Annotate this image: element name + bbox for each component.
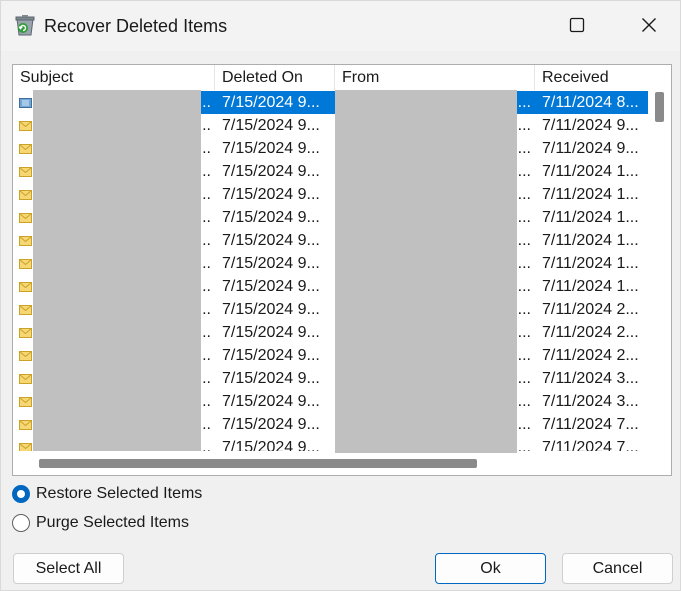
received-cell: 7/11/2024 2... [542,347,639,364]
received-cell: 7/11/2024 1... [542,278,639,295]
deleted-items-list[interactable]: Subject Deleted On From Received ... 7/15… [12,64,672,476]
window-title: Recover Deleted Items [44,16,228,36]
envelope-icon [13,160,35,183]
envelope-icon [13,321,35,344]
meeting-icon [13,91,35,114]
restore-option[interactable]: Restore Selected Items [12,483,202,505]
horizontal-scroll-thumb[interactable] [39,459,477,468]
envelope-icon [13,390,35,413]
envelope-icon [13,229,35,252]
deleted-on-cell: 7/15/2024 9... [222,439,320,451]
deleted-on-cell: 7/15/2024 9... [222,117,320,134]
redacted-from-area [335,90,517,458]
envelope-icon [13,344,35,367]
deleted-on-cell: 7/15/2024 9... [222,278,320,295]
received-cell: 7/11/2024 1... [542,232,639,249]
deleted-on-cell: 7/15/2024 9... [222,163,320,180]
column-header-received[interactable]: Received [535,65,648,90]
close-icon [641,17,657,38]
select-all-button[interactable]: Select All [13,553,124,584]
envelope-icon [13,298,35,321]
deleted-on-cell: 7/15/2024 9... [222,232,320,249]
received-cell: 7/11/2024 1... [542,186,639,203]
received-cell: 7/11/2024 9... [542,140,639,157]
received-cell: 7/11/2024 2... [542,301,639,318]
envelope-icon [13,137,35,160]
deleted-on-cell: 7/15/2024 9... [222,393,320,410]
ok-button[interactable]: Ok [435,553,546,584]
deleted-on-cell: 7/15/2024 9... [215,91,335,114]
received-cell: 7/11/2024 3... [542,370,639,387]
deleted-on-cell: 7/15/2024 9... [222,324,320,341]
received-cell: 7/11/2024 1... [542,163,639,180]
received-cell: 7/11/2024 7... [542,439,639,451]
deleted-on-cell: 7/15/2024 9... [222,209,320,226]
purge-option[interactable]: Purge Selected Items [12,512,189,534]
envelope-icon [13,183,35,206]
envelope-icon [13,413,35,436]
list-header: Subject Deleted On From Received [13,65,648,90]
vertical-scrollbar[interactable] [649,65,671,451]
received-cell: 7/11/2024 1... [542,255,639,272]
envelope-icon [13,367,35,390]
envelope-icon [13,114,35,137]
purge-label: Purge Selected Items [36,514,189,531]
received-cell: 7/11/2024 7... [542,416,639,433]
restore-label: Restore Selected Items [36,485,203,502]
envelope-icon [13,252,35,275]
purge-radio[interactable] [12,514,30,532]
maximize-button[interactable] [562,13,592,41]
vertical-scroll-thumb[interactable] [655,92,664,122]
envelope-icon [13,436,35,451]
received-cell: 7/11/2024 3... [542,393,639,410]
column-header-subject[interactable]: Subject [13,65,215,90]
deleted-on-cell: 7/15/2024 9... [222,416,320,433]
recover-deleted-items-dialog: Recover Deleted Items Subject Deleted On… [0,0,681,591]
recover-items-icon [13,13,37,37]
deleted-on-cell: 7/15/2024 9... [222,301,320,318]
received-cell: 7/11/2024 1... [542,209,639,226]
close-button[interactable] [634,13,664,41]
redacted-subject-area [33,90,201,451]
deleted-on-cell: 7/15/2024 9... [222,255,320,272]
maximize-icon [569,17,585,38]
column-label: Received [542,69,609,86]
received-cell: 7/11/2024 8... [535,91,648,114]
column-label: From [342,69,380,86]
column-header-from[interactable]: From [335,65,535,90]
envelope-icon [13,275,35,298]
title-bar: Recover Deleted Items [1,1,680,51]
restore-radio[interactable] [12,485,30,503]
received-cell: 7/11/2024 2... [542,324,639,341]
column-header-deleted-on[interactable]: Deleted On [215,65,335,90]
cancel-button[interactable]: Cancel [562,553,673,584]
column-label: Deleted On [222,69,303,86]
deleted-on-cell: 7/15/2024 9... [222,186,320,203]
deleted-on-cell: 7/15/2024 9... [222,347,320,364]
envelope-icon [13,206,35,229]
horizontal-scrollbar[interactable] [13,453,649,475]
column-label: Subject [20,69,74,86]
received-cell: 7/11/2024 9... [542,117,639,134]
deleted-on-cell: 7/15/2024 9... [222,370,320,387]
deleted-on-cell: 7/15/2024 9... [222,140,320,157]
